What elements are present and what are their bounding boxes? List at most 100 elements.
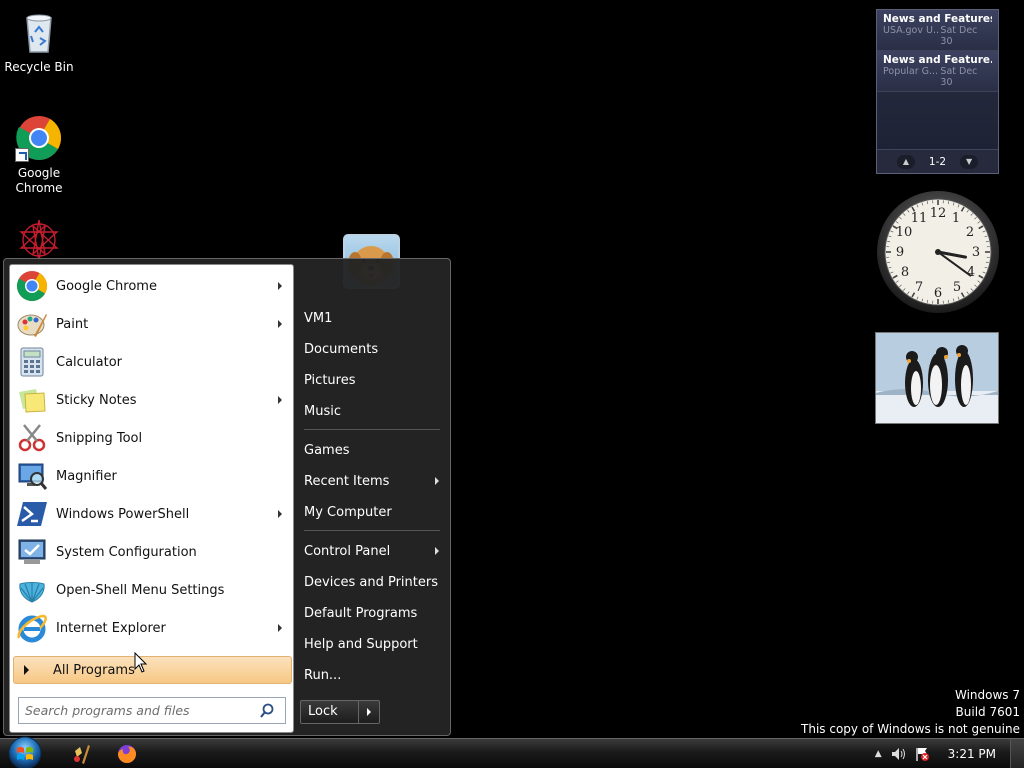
submenu-arrow-icon [278,396,282,404]
lock-label: Lock [301,701,359,723]
right-item-label: Recent Items [304,473,390,489]
slideshow-gadget[interactable] [875,332,999,424]
paint-icon[interactable] [70,743,92,765]
svg-text:12: 12 [930,206,947,221]
right-item-devices-and-printers[interactable]: Devices and Printers [304,569,444,595]
chrome-icon [15,114,63,162]
program-windows-powershell[interactable]: Windows PowerShell [12,496,292,532]
program-open-shell-menu-settings[interactable]: Open-Shell Menu Settings [12,572,292,608]
clock-gadget[interactable]: 12 1 2 345 678 9 10 11 [876,190,1000,314]
svg-text:6: 6 [934,286,942,301]
search-icon[interactable] [259,703,275,719]
start-button[interactable] [4,735,46,768]
news-pager: ▲ 1-2 ▼ [877,149,998,173]
program-label: Sticky Notes [56,392,137,408]
right-item-help-and-support[interactable]: Help and Support [304,631,444,657]
magnifier-icon [18,463,48,490]
right-item-games[interactable]: Games [304,437,444,463]
right-item-label: VM1 [304,310,333,326]
right-item-control-panel[interactable]: Control Panel [304,538,444,564]
program-magnifier[interactable]: Magnifier [12,458,292,494]
menu-divider [304,429,440,430]
right-item-default-programs[interactable]: Default Programs [304,600,444,626]
program-sticky-notes[interactable]: Sticky Notes [12,382,292,418]
svg-text:9: 9 [896,245,904,260]
shutdown-options-arrow-icon[interactable] [359,701,379,723]
right-item-label: Music [304,403,341,419]
submenu-arrow-icon [278,510,282,518]
program-label: Internet Explorer [56,620,166,636]
program-label: Windows PowerShell [56,506,190,522]
program-label: Magnifier [56,468,117,484]
program-google-chrome[interactable]: Google Chrome [12,268,292,304]
notification-area: ▲ 3:21 PM [875,739,1024,768]
right-item-label: Documents [304,341,379,357]
news-item[interactable]: News and Features f... USA.gov U...Sat D… [877,10,998,51]
right-item-vm1[interactable]: VM1 [304,305,444,331]
program-paint[interactable]: Paint [12,306,292,342]
submenu-arrow-icon [278,624,282,632]
program-label: Snipping Tool [56,430,143,446]
lock-button[interactable]: Lock [300,700,380,724]
watermark-genuine-notice: This copy of Windows is not genuine [801,722,1020,736]
right-item-run[interactable]: Run... [304,662,444,688]
recycle-bin-label: Recycle Bin [4,60,74,74]
right-item-documents[interactable]: Documents [304,336,444,362]
penguins-photo [876,333,998,423]
expand-arrow-icon [24,665,29,675]
show-hidden-icons-icon[interactable]: ▲ [875,749,882,759]
windows-watermark: Windows 7 Build 7601 This copy of Window… [801,687,1020,738]
action-center-flag-icon[interactable] [914,746,930,762]
news-title: News and Features f... [883,13,992,25]
svg-text:4: 4 [967,265,975,280]
right-item-label: My Computer [304,504,392,520]
taskbar: ▲ 3:21 PM [0,735,1024,768]
desktop: Recycle Bin Google Chrome News and Featu… [0,0,1024,768]
svg-text:10: 10 [896,225,913,240]
system-configuration-icon [18,539,46,564]
all-programs-label: All Programs [53,662,135,678]
snipping-tool-icon [18,424,46,452]
program-system-configuration[interactable]: System Configuration [12,534,292,570]
taskbar-clock[interactable]: 3:21 PM [948,747,996,761]
program-label: Open-Shell Menu Settings [56,582,225,598]
right-item-my-computer[interactable]: My Computer [304,499,444,525]
svg-text:8: 8 [901,265,909,280]
internet-explorer-icon [17,614,47,643]
right-item-pictures[interactable]: Pictures [304,367,444,393]
chrome-icon [16,271,48,302]
programs-pane: Google Chrome Paint Calculator Sticky No… [9,264,294,733]
show-desktop-button[interactable] [1010,739,1024,768]
program-snipping-tool[interactable]: Snipping Tool [12,420,292,456]
google-chrome-shortcut[interactable]: Google Chrome [0,114,78,196]
program-calculator[interactable]: Calculator [12,344,292,380]
svg-text:5: 5 [953,280,961,295]
right-item-label: Devices and Printers [304,574,438,590]
powershell-icon [17,502,47,526]
firefox-icon[interactable] [116,743,138,765]
windows-logo-icon [8,736,42,768]
mouse-cursor-icon [134,652,148,673]
news-previous-button[interactable]: ▲ [896,154,915,169]
submenu-arrow-icon [435,477,439,485]
recycle-bin-icon [15,8,63,56]
right-item-music[interactable]: Music [304,398,444,424]
google-chrome-label: Google Chrome [15,166,63,195]
volume-icon[interactable] [890,746,906,762]
program-internet-explorer[interactable]: Internet Explorer [12,610,292,646]
watermark-build: Build 7601 [955,705,1020,719]
right-item-label: Pictures [304,372,356,388]
all-programs-button[interactable]: All Programs [13,656,292,684]
submenu-arrow-icon [278,320,282,328]
news-next-button[interactable]: ▼ [960,154,979,169]
open-shell-icon [19,582,45,603]
svg-text:2: 2 [966,225,974,240]
news-feed-gadget: News and Features f... USA.gov U...Sat D… [876,9,999,174]
news-item[interactable]: News and Feature... Popular G... Sat Dec … [877,51,998,92]
search-input[interactable] [19,703,259,718]
recycle-bin-shortcut[interactable]: Recycle Bin [0,8,78,75]
right-item-recent-items[interactable]: Recent Items [304,468,444,494]
watermark-version: Windows 7 [954,688,1020,702]
submenu-arrow-icon [278,282,282,290]
search-box[interactable] [18,697,286,724]
